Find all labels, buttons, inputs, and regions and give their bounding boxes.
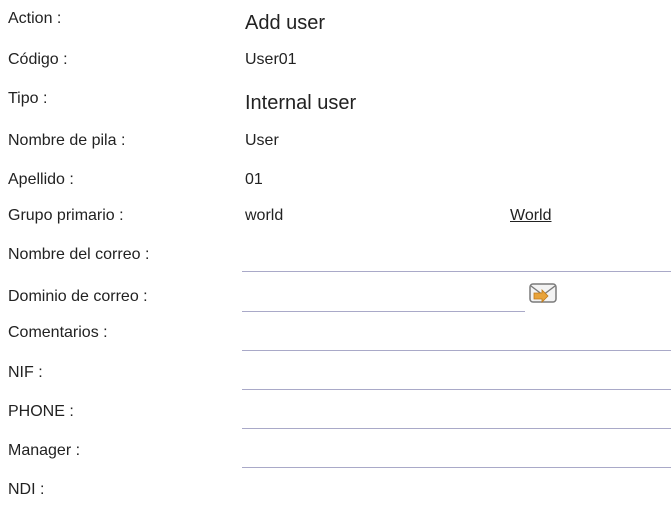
grupo-row: Grupo primario : world World — [0, 201, 671, 239]
tipo-value: Internal user — [245, 92, 357, 114]
mail-envelope-icon-svg — [529, 283, 557, 303]
phone-input[interactable] — [242, 407, 671, 429]
nombre-correo-row: Nombre del correo : — [0, 240, 671, 278]
mail-envelope-icon[interactable] — [528, 280, 558, 310]
codigo-row: Código : User01 — [0, 45, 671, 83]
ndi-label: NDI : — [8, 481, 45, 498]
action-label: Action : — [8, 10, 62, 27]
phone-label: PHONE : — [8, 403, 74, 420]
dominio-correo-label: Dominio de correo : — [8, 288, 148, 305]
nif-row: NIF : — [0, 358, 671, 396]
comentarios-input[interactable] — [242, 329, 671, 351]
nif-input[interactable] — [242, 368, 671, 390]
nombre-value: User — [245, 132, 279, 149]
nombre-row: Nombre de pila : User — [0, 126, 671, 164]
dominio-correo-row: Dominio de correo : — [0, 279, 671, 317]
manager-input[interactable] — [242, 446, 671, 468]
nombre-label: Nombre de pila : — [8, 132, 126, 149]
phone-row: PHONE : — [0, 397, 671, 435]
manager-row: Manager : — [0, 436, 671, 474]
add-user-form: Action : Add user Código : User01 Tipo :… — [0, 0, 671, 504]
manager-label: Manager : — [8, 442, 81, 459]
grupo-link[interactable]: World — [510, 207, 552, 225]
apellido-value: 01 — [245, 171, 263, 188]
grupo-value: world — [245, 207, 284, 224]
codigo-value: User01 — [245, 51, 297, 68]
action-row: Action : Add user — [0, 0, 671, 38]
nombre-correo-input[interactable] — [242, 250, 671, 272]
comentarios-row: Comentarios : — [0, 318, 671, 356]
apellido-row: Apellido : 01 — [0, 165, 671, 203]
tipo-row: Tipo : Internal user — [0, 84, 671, 122]
grupo-label: Grupo primario : — [8, 207, 124, 224]
comentarios-label: Comentarios : — [8, 324, 108, 341]
nombre-correo-label: Nombre del correo : — [8, 246, 150, 263]
action-value: Add user — [245, 12, 326, 34]
dominio-correo-input[interactable] — [242, 290, 525, 312]
apellido-label: Apellido : — [8, 171, 74, 188]
nif-label: NIF : — [8, 364, 43, 381]
codigo-label: Código : — [8, 51, 68, 68]
tipo-label: Tipo : — [8, 90, 48, 107]
ndi-row: NDI : — [0, 475, 671, 513]
